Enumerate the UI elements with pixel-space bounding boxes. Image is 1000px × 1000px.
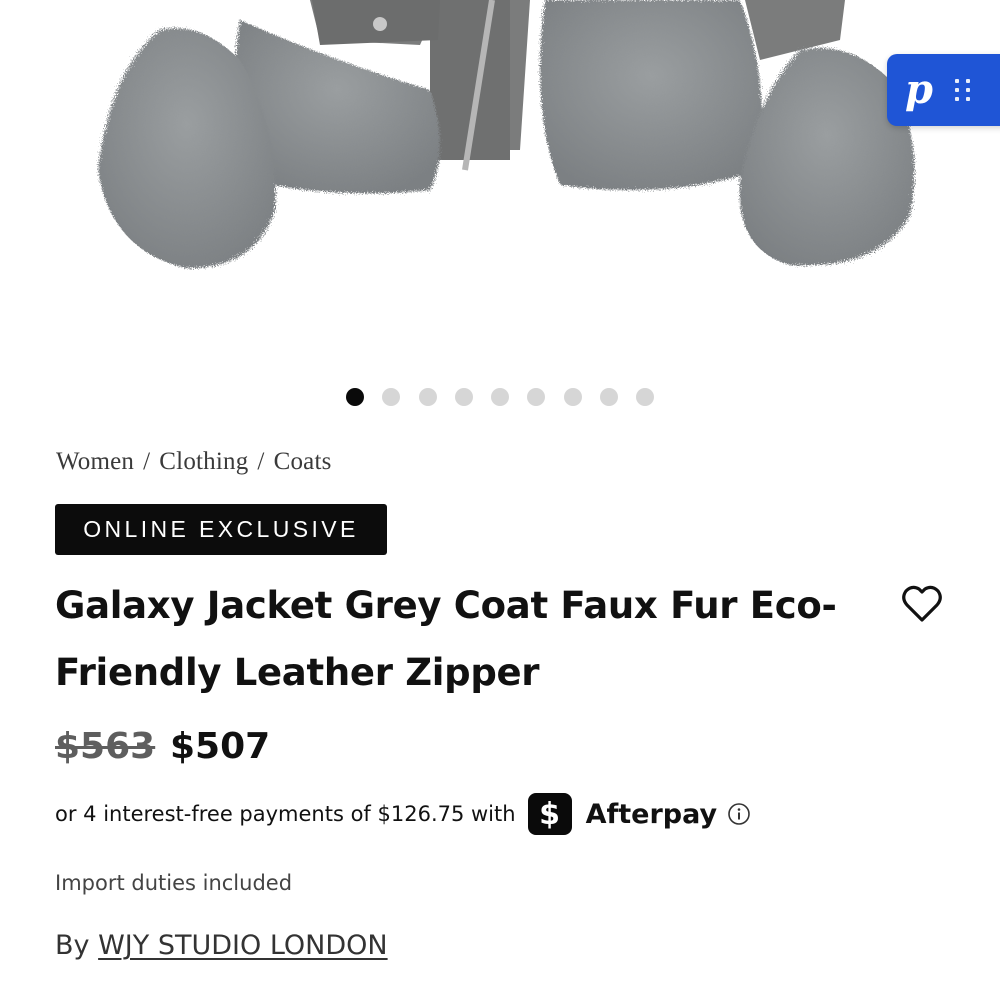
carousel-dot-5[interactable] <box>491 388 510 406</box>
sale-price: $507 <box>170 726 271 767</box>
carousel-dot-4[interactable] <box>454 388 473 406</box>
brand-line: By WJY STUDIO LONDON <box>55 930 388 961</box>
carousel-dot-6[interactable] <box>527 388 546 406</box>
original-price: $563 <box>55 726 156 767</box>
carousel-dot-9[interactable] <box>636 388 655 406</box>
breadcrumb: Women / Clothing / Coats <box>56 448 332 476</box>
heart-icon[interactable] <box>898 580 946 628</box>
breadcrumb-separator: / <box>257 448 265 475</box>
fur-jacket-image <box>98 0 915 269</box>
carousel-dot-8[interactable] <box>600 388 619 406</box>
carousel-dot-1[interactable] <box>346 388 364 406</box>
carousel-dots <box>346 388 655 406</box>
carousel-dot-7[interactable] <box>563 388 582 406</box>
brand-prefix: By <box>55 930 90 961</box>
breadcrumb-coats[interactable]: Coats <box>274 448 332 475</box>
import-duties-note: Import duties included <box>55 871 293 895</box>
online-exclusive-badge: ONLINE EXCLUSIVE <box>55 504 387 555</box>
breadcrumb-women[interactable]: Women <box>56 448 134 475</box>
carousel-dot-2[interactable] <box>382 388 401 406</box>
pinterest-save-button[interactable]: p <box>887 54 1000 126</box>
product-image[interactable]: p <box>0 0 1000 370</box>
afterpay-logo-icon: $ <box>527 793 572 835</box>
breadcrumb-clothing[interactable]: Clothing <box>159 448 248 475</box>
brand-link[interactable]: WJY STUDIO LONDON <box>98 930 388 961</box>
drag-handle-icon[interactable] <box>954 79 971 101</box>
info-circle-icon[interactable] <box>727 802 751 826</box>
breadcrumb-separator: / <box>143 448 151 475</box>
afterpay-name: Afterpay <box>585 798 718 830</box>
pinterest-icon: p <box>905 66 933 113</box>
installments-text: or 4 interest-free payments of $126.75 w… <box>55 802 516 826</box>
product-title: Galaxy Jacket Grey Coat Faux Fur Eco-Fri… <box>55 584 837 694</box>
carousel-dot-3[interactable] <box>418 388 437 406</box>
afterpay-installments: or 4 interest-free payments of $126.75 w… <box>55 793 751 835</box>
